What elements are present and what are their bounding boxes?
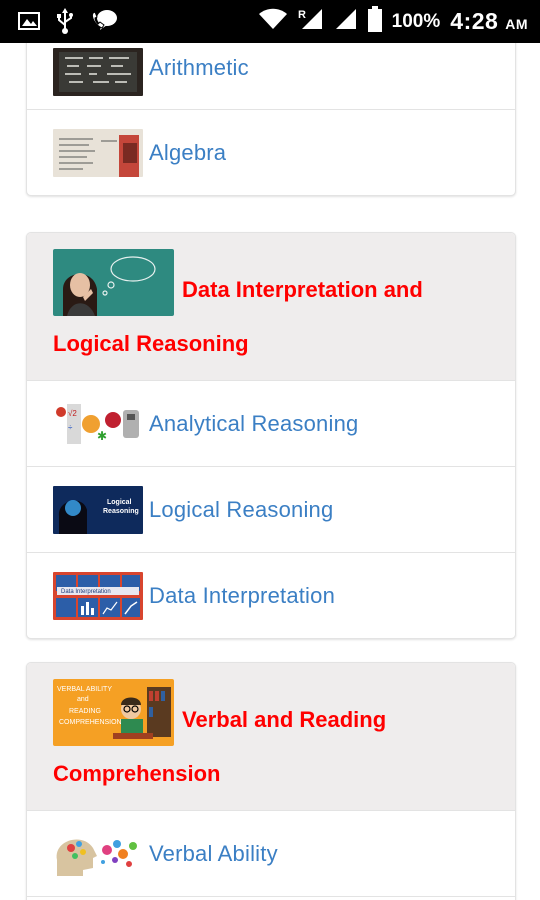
card-verbal-reading: VERBAL ABILITY and READING COMPREHENSION (26, 662, 516, 900)
analytical-icons-image: √2 ÷ ✱ (53, 399, 143, 448)
verbal-head-bubbles-image (53, 829, 143, 878)
usb-icon (56, 8, 74, 39)
section-header[interactable]: VERBAL ABILITY and READING COMPREHENSION (27, 663, 515, 811)
svg-text:÷: ÷ (68, 423, 73, 432)
item-label: Analytical Reasoning (149, 410, 359, 436)
thumb-text-2: and (77, 696, 89, 703)
status-bar: R 100% 4:28 AM (0, 0, 540, 43)
logical-reasoning-head-image: Logical Reasoning (53, 485, 143, 534)
algebra-notes-image (53, 128, 143, 177)
wifi-icon (258, 8, 288, 35)
battery-icon (367, 6, 382, 37)
list-item-analytical-reasoning[interactable]: √2 ÷ ✱ Analytical Reasoning (27, 381, 515, 466)
section-title-line1: Data Interpretation and (182, 276, 423, 302)
image-icon (18, 11, 40, 36)
item-label: Data Interpretation (149, 582, 336, 608)
svg-text:R: R (298, 9, 306, 21)
thinking-girl-chalkboard-image (53, 249, 174, 316)
battery-percent: 100% (391, 10, 441, 32)
clock: 4:28 AM (450, 8, 528, 35)
section-title-line2: Comprehension (53, 761, 221, 786)
verbal-ability-reading-image: VERBAL ABILITY and READING COMPREHENSION (53, 679, 174, 746)
call-bubble-icon (90, 9, 118, 38)
card-quantitative: Arithmetic Algebra (26, 43, 516, 196)
list-item-verbal-ability[interactable]: Verbal Ability (27, 811, 515, 896)
section-title-line2: Logical Reasoning (53, 331, 249, 356)
svg-text:Data Interpretation: Data Interpretation (61, 589, 111, 595)
list-item-logical-reasoning[interactable]: Logical Reasoning Logical Reasoning (27, 466, 515, 552)
svg-text:Logical: Logical (107, 499, 132, 506)
item-label: Logical Reasoning (149, 496, 334, 522)
list-item-algebra[interactable]: Algebra (27, 109, 515, 195)
chalkboard-arithmetic-image (53, 48, 143, 96)
svg-text:Reasoning: Reasoning (103, 508, 139, 515)
item-label: Verbal Ability (149, 840, 278, 866)
item-label: Algebra (149, 139, 227, 165)
card-data-interpretation: Data Interpretation and Logical Reasonin… (26, 232, 516, 639)
thumb-text-3: READING (69, 708, 101, 715)
svg-text:√2: √2 (68, 409, 77, 418)
topic-list: Arithmetic Algebra Data Interpretation a… (0, 43, 540, 900)
data-interpretation-charts-image: Data Interpretation (53, 571, 143, 620)
signal-roaming-icon: R (298, 7, 324, 36)
list-item-data-interpretation[interactable]: Data Interpretation Data Interpretation (27, 552, 515, 638)
list-item-next[interactable] (27, 896, 515, 900)
signal-icon (334, 8, 358, 35)
thumb-text-1: VERBAL ABILITY (57, 686, 112, 693)
section-header[interactable]: Data Interpretation and Logical Reasonin… (27, 233, 515, 381)
svg-text:✱: ✱ (97, 429, 107, 443)
item-label: Arithmetic (149, 55, 249, 80)
list-item-arithmetic[interactable]: Arithmetic (27, 43, 515, 109)
clock-ampm: AM (505, 16, 528, 32)
section-title-line1: Verbal and Reading (182, 706, 387, 732)
thumb-text-4: COMPREHENSION (59, 719, 122, 726)
clock-time: 4:28 (450, 8, 499, 34)
